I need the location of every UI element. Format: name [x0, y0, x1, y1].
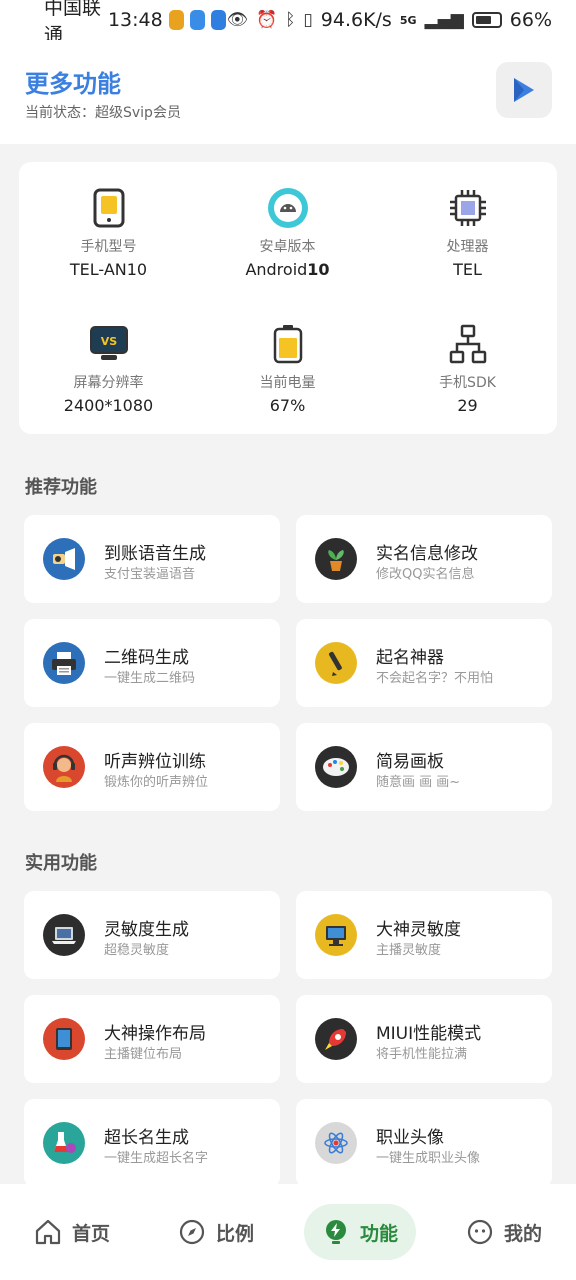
rocket-icon [315, 1018, 357, 1060]
atom-icon [315, 1122, 357, 1164]
tablet-icon [43, 1018, 85, 1060]
play-icon [514, 78, 534, 102]
android-icon [267, 188, 308, 228]
megaphone-icon [43, 538, 85, 580]
nav-home[interactable]: 首页 [34, 1204, 110, 1260]
svg-text:VS: VS [100, 335, 117, 348]
feature-miui-performance[interactable]: MIUI性能模式 将手机性能拉满 [296, 995, 552, 1083]
nav-features[interactable]: 功能 [304, 1204, 417, 1260]
bolt-icon [326, 1220, 346, 1244]
weather-notification-icon [211, 10, 227, 30]
cloud-notification-icon [189, 10, 206, 30]
network-type: 5G [399, 13, 417, 27]
feature-sensitivity-generator[interactable]: 灵敏度生成 超稳灵敏度 [24, 891, 280, 979]
feature-pro-layout[interactable]: 大神操作布局 主播键位布局 [24, 995, 280, 1083]
chip-icon [449, 190, 486, 226]
nav-ratio[interactable]: 比例 [178, 1204, 254, 1260]
bluetooth-icon: ᛒ [285, 10, 296, 30]
status-bar: 中国联通 13:48 👁 ⏰ ᛒ ▯ 94.6K/s 5G ▂▄▆ 66% [0, 0, 576, 46]
feature-voice-generator[interactable]: 到账语音生成 支付宝装逼语音 [24, 515, 280, 603]
network-speed: 94.6K/s [320, 9, 392, 31]
vibrate-icon: ▯ [303, 10, 313, 30]
section-title-recommended: 推荐功能 [25, 477, 97, 498]
home-icon [35, 1219, 61, 1245]
signal-icon: ▂▄▆ [424, 10, 464, 30]
pen-icon [315, 642, 357, 684]
headphone-person-icon [43, 746, 85, 788]
face-icon [467, 1219, 493, 1245]
info-battery: 当前电量 67% [198, 322, 377, 415]
flask-icon [43, 1122, 85, 1164]
feature-career-avatar[interactable]: 职业头像 一键生成职业头像 [296, 1099, 552, 1187]
computer-icon [315, 914, 357, 956]
phone-icon [93, 188, 124, 228]
alarm-icon: ⏰ [256, 10, 278, 30]
device-info-card: 手机型号 TEL-AN10 安卓版本 Android10 处理器 TEL VS … [19, 162, 557, 434]
feature-drawing-board[interactable]: 简易画板 随意画 画 画~ [296, 723, 552, 811]
app-notification-icon [168, 10, 184, 30]
battery-icon [471, 12, 502, 28]
battery-percent: 66% [509, 9, 552, 31]
section-title-practical: 实用功能 [25, 853, 97, 874]
nav-mine[interactable]: 我的 [466, 1204, 542, 1260]
info-resolution: VS 屏幕分辨率 2400*1080 [19, 322, 198, 415]
page-header: 更多功能 当前状态：超级Svip会员 [0, 40, 576, 144]
page-title: 更多功能 [25, 70, 121, 98]
plant-icon [315, 538, 357, 580]
feature-sound-training[interactable]: 听声辨位训练 锻炼你的听声辨位 [24, 723, 280, 811]
info-android-version: 安卓版本 Android10 [198, 186, 377, 279]
printer-icon [43, 642, 85, 684]
feature-qrcode-generator[interactable]: 二维码生成 一键生成二维码 [24, 619, 280, 707]
feature-long-name[interactable]: 超长名生成 一键生成超长名字 [24, 1099, 280, 1187]
laptop-icon [43, 914, 85, 956]
info-phone-model: 手机型号 TEL-AN10 [19, 186, 198, 279]
feature-pro-sensitivity[interactable]: 大神灵敏度 主播灵敏度 [296, 891, 552, 979]
network-icon [449, 324, 486, 364]
membership-status: 当前状态：超级Svip会员 [25, 105, 181, 121]
feature-realname-modify[interactable]: 实名信息修改 修改QQ实名信息 [296, 515, 552, 603]
bottom-navigation: 首页 比例 功能 我的 [0, 1184, 576, 1280]
clock-text: 13:48 [107, 9, 163, 31]
palette-icon [315, 746, 357, 788]
eye-icon: 👁 [226, 10, 249, 30]
battery-level-icon [273, 325, 302, 364]
compass-icon [179, 1219, 205, 1245]
play-button[interactable] [496, 62, 552, 118]
info-sdk: 手机SDK 29 [378, 322, 557, 415]
feature-name-generator[interactable]: 起名神器 不会起名字？不用怕 [296, 619, 552, 707]
info-processor: 处理器 TEL [378, 186, 557, 279]
screen-icon: VS [89, 326, 128, 360]
